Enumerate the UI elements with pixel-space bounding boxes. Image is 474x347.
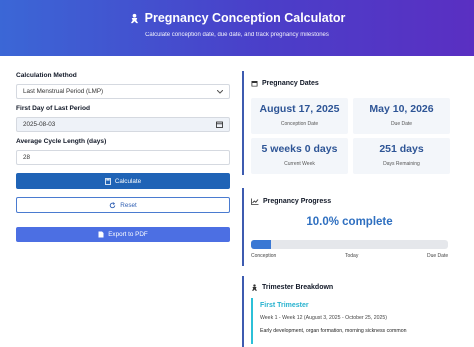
pdf-file-icon	[98, 231, 104, 238]
days-remaining-stat: 251 days Days Remaining	[353, 138, 450, 174]
trimester-card-title: Trimester Breakdown	[251, 284, 333, 291]
days-remaining-caption: Days Remaining	[383, 161, 420, 167]
lmp-label: First Day of Last Period	[16, 105, 91, 112]
progress-end-label: Due Date	[427, 253, 449, 259]
trimester-title-text: Trimester Breakdown	[262, 284, 334, 291]
chart-line-icon	[251, 198, 259, 205]
cycle-label: Average Cycle Length (days)	[16, 138, 107, 145]
progress-bar	[251, 240, 448, 249]
progress-card-title: Pregnancy Progress	[251, 198, 331, 205]
progress-title-text: Pregnancy Progress	[263, 198, 332, 205]
due-date-caption: Due Date	[390, 121, 413, 127]
current-week-caption: Current Week	[284, 161, 315, 167]
progress-accent-bar	[242, 188, 244, 266]
calculator-icon	[104, 177, 111, 185]
calculator-form: Calculation Method Last Menstrual Period…	[16, 70, 230, 242]
progress-bar-fill	[251, 240, 271, 249]
conception-date-caption: Conception Date	[280, 121, 319, 127]
reset-label: Reset	[120, 201, 137, 209]
cycle-length-value: 28	[23, 154, 31, 161]
calculate-label: Calculate	[114, 177, 142, 185]
dates-title-text: Pregnancy Dates	[262, 80, 319, 87]
calculate-button[interactable]: Calculate	[16, 173, 230, 189]
title-text: Pregnancy Conception Calculator	[144, 11, 346, 25]
trimester-description: Early development, organ formation, morn…	[260, 328, 407, 334]
dates-accent-bar	[242, 71, 244, 175]
due-date-value: May 10, 2026	[369, 103, 434, 115]
chevron-down-icon	[217, 89, 223, 94]
dates-card-title: Pregnancy Dates	[251, 80, 319, 87]
trimester-range: Week 1 - Week 12 (August 3, 2025 - Octob…	[260, 315, 387, 321]
current-week-stat: 5 weeks 0 days Current Week	[251, 138, 348, 174]
days-remaining-value: 251 days	[379, 143, 424, 155]
progress-percentage: 10.0% complete	[306, 216, 393, 228]
method-select[interactable]: Last Menstrual Period (LMP)	[16, 84, 230, 99]
progress-today-label: Today	[345, 253, 359, 259]
progress-start-label: Conception	[251, 253, 277, 259]
method-select-value: Last Menstrual Period (LMP)	[23, 88, 104, 95]
calendar-icon	[251, 81, 258, 87]
export-label: Export to PDF	[108, 231, 148, 238]
reset-button[interactable]: Reset	[16, 197, 230, 213]
trimester-accent-bar	[242, 276, 244, 347]
calendar-icon[interactable]	[216, 121, 223, 128]
redo-icon	[110, 201, 116, 208]
conception-date-value: August 17, 2025	[259, 103, 340, 115]
current-week-value: 5 weeks 0 days	[261, 143, 338, 155]
export-pdf-button[interactable]: Export to PDF	[16, 227, 230, 242]
method-label: Calculation Method	[16, 72, 77, 79]
baby-icon	[130, 13, 138, 23]
cycle-length-input[interactable]: 28	[16, 150, 230, 165]
lmp-date-value: 2025-08-03	[23, 121, 56, 128]
conception-date-stat: August 17, 2025 Conception Date	[251, 98, 348, 134]
page-title: Pregnancy Conception Calculator	[0, 11, 474, 25]
due-date-stat: May 10, 2026 Due Date	[353, 98, 450, 134]
page-subtitle: Calculate conception date, due date, and…	[145, 32, 329, 38]
trimester-item: First Trimester Week 1 - Week 12 (August…	[251, 298, 445, 344]
baby-icon	[252, 284, 257, 291]
app-header: Pregnancy Conception Calculator Calculat…	[0, 0, 474, 56]
trimester-name: First Trimester	[260, 302, 309, 309]
lmp-date-input[interactable]: 2025-08-03	[16, 117, 230, 132]
